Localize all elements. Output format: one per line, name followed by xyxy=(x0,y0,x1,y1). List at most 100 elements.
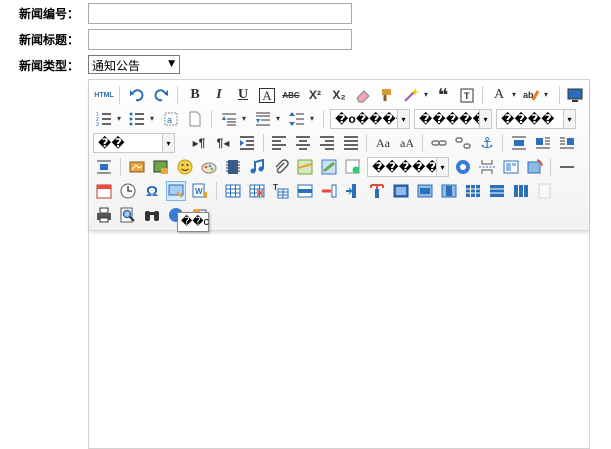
select-all-icon[interactable]: a xyxy=(161,109,181,129)
insert-time-icon[interactable] xyxy=(118,181,138,201)
align-right-icon[interactable] xyxy=(317,133,337,153)
align-center-icon[interactable] xyxy=(293,133,313,153)
music-icon[interactable] xyxy=(247,157,267,177)
scrawl-icon[interactable] xyxy=(199,157,219,177)
toolbar-row-1: HTML B I U A ABC X² X₂ ▾ ❝ T A ▾ ab ▾ xyxy=(89,85,589,107)
merge-right-icon[interactable] xyxy=(415,181,435,201)
row-spacing-top-icon[interactable] xyxy=(219,109,246,129)
blockquote-icon[interactable]: ❝ xyxy=(433,85,453,105)
chevron-down-icon: ▾ xyxy=(397,110,409,128)
svg-text:W: W xyxy=(195,187,203,196)
to-uppercase-icon[interactable]: Aa xyxy=(373,133,393,153)
separator xyxy=(502,134,503,152)
row-spacing-bottom-icon[interactable] xyxy=(253,109,280,129)
background-icon[interactable] xyxy=(525,157,545,177)
paragraph-format-select[interactable]: �o���� ▾ xyxy=(330,109,410,129)
news-title-label: 新闻标题： xyxy=(19,33,80,47)
redo-button[interactable] xyxy=(151,85,171,105)
image-left-icon[interactable] xyxy=(533,133,553,153)
insert-col-icon[interactable] xyxy=(343,181,363,201)
magic-wand-icon[interactable] xyxy=(401,85,428,105)
map-icon[interactable] xyxy=(295,157,315,177)
image-right-icon[interactable] xyxy=(557,133,577,153)
align-left-icon[interactable] xyxy=(269,133,289,153)
insert-paragraph-before-table-icon[interactable]: T xyxy=(271,181,291,201)
split-to-cells-icon[interactable] xyxy=(463,181,483,201)
insert-table-icon[interactable] xyxy=(223,181,243,201)
print-icon[interactable] xyxy=(94,205,114,225)
indent-icon[interactable] xyxy=(237,133,257,153)
italic-button[interactable]: I xyxy=(209,85,229,105)
separator xyxy=(559,86,560,104)
source-html-button[interactable]: HTML xyxy=(94,85,114,105)
attachment-icon[interactable] xyxy=(271,157,291,177)
split-to-rows-icon[interactable] xyxy=(487,181,507,201)
chevron-down-icon: ▾ xyxy=(436,158,448,176)
horizontal-rule-icon[interactable] xyxy=(557,157,577,177)
search-replace-icon[interactable] xyxy=(142,205,162,225)
merge-cells-icon[interactable] xyxy=(391,181,411,201)
format-brush-icon[interactable] xyxy=(377,85,397,105)
emotion-icon[interactable] xyxy=(175,157,195,177)
simple-upload-icon[interactable] xyxy=(127,157,147,177)
separator xyxy=(263,134,264,152)
rtl-direction-icon[interactable]: ¶◂ xyxy=(213,133,233,153)
ordered-list-icon[interactable]: 123 xyxy=(94,109,121,129)
news-id-label: 新闻编号： xyxy=(19,7,80,21)
delete-row-icon[interactable] xyxy=(319,181,339,201)
preview-icon[interactable] xyxy=(565,85,585,105)
delete-col-icon[interactable] xyxy=(367,181,387,201)
to-lowercase-icon[interactable]: aA xyxy=(397,133,417,153)
insert-image-icon[interactable] xyxy=(151,157,171,177)
clear-doc-icon[interactable] xyxy=(185,109,205,129)
custom-style-select[interactable]: �� ▾ xyxy=(93,133,175,153)
chart-icon[interactable] xyxy=(535,181,555,201)
image-center-icon[interactable] xyxy=(94,157,114,177)
svg-text:T: T xyxy=(273,183,278,192)
undo-button[interactable] xyxy=(127,85,147,105)
underline-button[interactable]: U xyxy=(233,85,253,105)
font-family-select[interactable]: ����� ▾ xyxy=(414,109,492,129)
separator xyxy=(422,134,423,152)
page-break-icon[interactable] xyxy=(477,157,497,177)
align-justify-icon[interactable] xyxy=(341,133,361,153)
font-border-button[interactable]: A xyxy=(257,85,277,105)
news-title-input[interactable] xyxy=(88,29,352,50)
google-map-icon[interactable] xyxy=(319,157,339,177)
strikethrough-button[interactable]: ABC xyxy=(281,85,301,105)
merge-down-icon[interactable] xyxy=(439,181,459,201)
toolbar-row-6 xyxy=(89,205,589,227)
image-none-icon[interactable] xyxy=(509,133,529,153)
news-id-input[interactable] xyxy=(88,3,352,24)
insert-frame-select[interactable]: ����� ▾ xyxy=(367,157,449,177)
insert-date-icon[interactable] xyxy=(94,181,114,201)
font-size-select[interactable]: ���� ▾ xyxy=(496,109,576,129)
superscript-button[interactable]: X² xyxy=(305,85,325,105)
unordered-list-icon[interactable] xyxy=(127,109,154,129)
unlink-icon[interactable] xyxy=(453,133,473,153)
insert-row-icon[interactable] xyxy=(295,181,315,201)
paste-plain-icon[interactable]: T xyxy=(457,85,477,105)
separator xyxy=(119,86,120,104)
template-icon[interactable] xyxy=(501,157,521,177)
rich-text-editor: HTML B I U A ABC X² X₂ ▾ ❝ T A ▾ ab ▾ 1 … xyxy=(88,79,590,449)
line-height-icon[interactable] xyxy=(287,109,314,129)
font-color-button[interactable]: A xyxy=(489,85,516,105)
insert-frame-icon[interactable] xyxy=(343,157,363,177)
subscript-button[interactable]: X₂ xyxy=(329,85,349,105)
bold-button[interactable]: B xyxy=(185,85,205,105)
ltr-direction-icon[interactable]: ▸¶ xyxy=(189,133,209,153)
word-image-icon[interactable]: W xyxy=(190,181,210,201)
link-icon[interactable] xyxy=(429,133,449,153)
split-to-cols-icon[interactable] xyxy=(511,181,531,201)
anchor-icon[interactable]: ⚓ xyxy=(477,133,497,153)
news-type-select[interactable]: 通知公告 ▼ xyxy=(88,55,180,74)
web-app-icon[interactable] xyxy=(453,157,473,177)
snapscreen-icon[interactable] xyxy=(166,181,186,201)
delete-table-icon[interactable] xyxy=(247,181,267,201)
eraser-icon[interactable] xyxy=(353,85,373,105)
highlight-color-icon[interactable]: ab xyxy=(521,85,548,105)
special-chars-icon[interactable]: Ω xyxy=(142,181,162,201)
print-preview-icon[interactable] xyxy=(118,205,138,225)
insert-video-icon[interactable] xyxy=(223,157,243,177)
